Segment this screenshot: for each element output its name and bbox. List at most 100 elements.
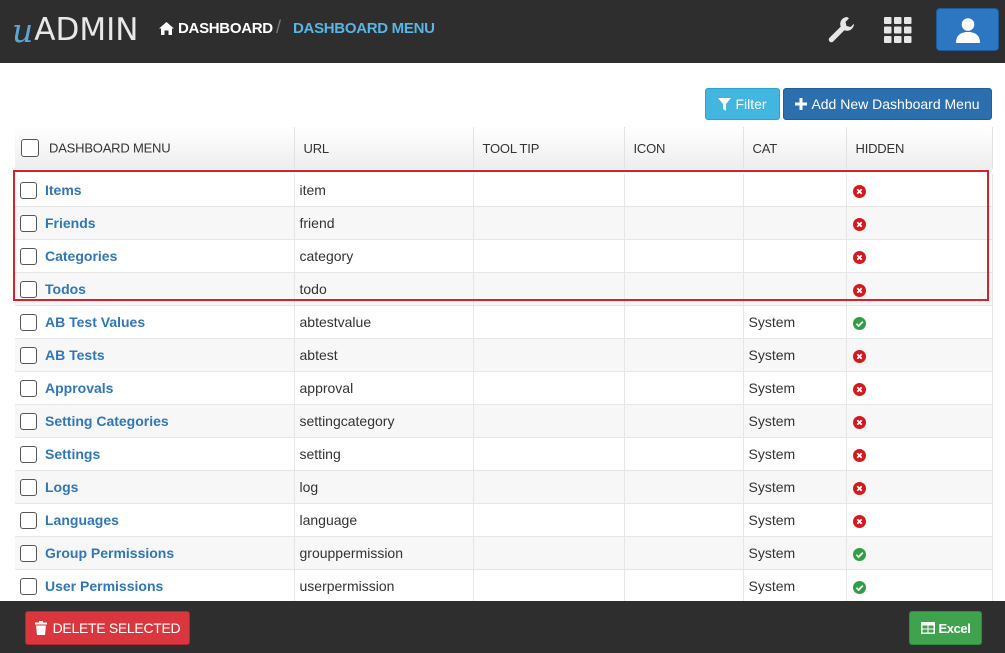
row-checkbox[interactable]: [20, 511, 37, 529]
row-checkbox[interactable]: [20, 445, 37, 463]
column-header-icon[interactable]: ICON: [624, 127, 744, 172]
row-checkbox[interactable]: [20, 412, 37, 430]
select-all-checkbox[interactable]: [21, 139, 39, 157]
table-row[interactable]: Settings setting System: [15, 437, 993, 471]
table-row[interactable]: User Permissions userpermission System: [15, 569, 993, 603]
menu-name-link[interactable]: Setting Categories: [45, 413, 169, 429]
table-header-row: DASHBOARD MENU URL TOOL TIP ICON CAT HID…: [15, 127, 993, 172]
name-cell: Logs: [15, 470, 295, 504]
column-header-url[interactable]: URL: [294, 127, 474, 172]
table-row[interactable]: Setting Categories settingcategory System: [15, 404, 993, 438]
row-checkbox[interactable]: [20, 478, 37, 496]
row-checkbox[interactable]: [20, 346, 37, 364]
hidden-cell: [846, 169, 993, 207]
column-header-cat[interactable]: CAT: [743, 127, 847, 172]
url-cell: abtestvalue: [294, 305, 474, 339]
table-row[interactable]: Group Permissions grouppermission System: [15, 536, 993, 570]
menu-name-link[interactable]: Categories: [45, 248, 117, 264]
row-checkbox[interactable]: [20, 280, 37, 298]
delete-selected-button[interactable]: DELETE SELECTED: [25, 611, 190, 645]
url-cell: setting: [294, 437, 474, 471]
row-checkbox[interactable]: [20, 577, 37, 595]
column-header-hidden[interactable]: HIDDEN: [846, 127, 993, 172]
icon-cell: [624, 404, 744, 438]
breadcrumb-home-label: DASHBOARD: [178, 19, 273, 37]
menu-name-link[interactable]: Settings: [45, 446, 100, 462]
table-row[interactable]: Todos todo: [15, 272, 993, 306]
breadcrumb-home[interactable]: DASHBOARD: [159, 18, 273, 38]
hidden-cell: [846, 239, 993, 273]
name-cell: User Permissions: [15, 569, 295, 603]
row-checkbox[interactable]: [20, 379, 37, 397]
table-row[interactable]: Categories category: [15, 239, 993, 273]
cat-cell: System: [743, 437, 847, 471]
table-row[interactable]: Languages language System: [15, 503, 993, 537]
name-cell: Group Permissions: [15, 536, 295, 570]
user-icon: [955, 17, 980, 43]
tooltip-cell: [473, 470, 625, 504]
url-cell: language: [294, 503, 474, 537]
name-cell: Todos: [15, 272, 295, 306]
breadcrumb-current: DASHBOARD MENU: [293, 18, 435, 38]
menu-name-link[interactable]: AB Tests: [45, 347, 105, 363]
cat-cell: System: [743, 371, 847, 405]
tooltip-cell: [473, 305, 625, 339]
menu-name-link[interactable]: Languages: [45, 512, 119, 528]
icon-cell: [624, 206, 744, 240]
url-cell: item: [294, 169, 474, 207]
times-circle-icon: [852, 448, 866, 462]
add-label: Add New Dashboard Menu: [811, 96, 980, 112]
hidden-cell: [846, 371, 993, 405]
menu-name-link[interactable]: AB Test Values: [45, 314, 145, 330]
row-checkbox[interactable]: [20, 313, 37, 331]
icon-cell: [624, 503, 744, 537]
menu-name-link[interactable]: Items: [45, 182, 82, 198]
tooltip-cell: [473, 169, 625, 207]
times-circle-icon: [852, 283, 866, 297]
wrench-icon[interactable]: [825, 13, 859, 47]
url-cell: abtest: [294, 338, 474, 372]
name-cell: AB Tests: [15, 338, 295, 372]
cat-cell: [743, 239, 847, 273]
hidden-cell: [846, 470, 993, 504]
table-row[interactable]: Logs log System: [15, 470, 993, 504]
tooltip-cell: [473, 338, 625, 372]
table-row[interactable]: Friends friend: [15, 206, 993, 240]
table-row[interactable]: AB Tests abtest System: [15, 338, 993, 372]
menu-name-link[interactable]: Todos: [45, 281, 86, 297]
menu-name-link[interactable]: Approvals: [45, 380, 113, 396]
table-row[interactable]: AB Test Values abtestvalue System: [15, 305, 993, 339]
menu-name-link[interactable]: Logs: [45, 479, 78, 495]
row-checkbox[interactable]: [20, 247, 37, 265]
table-row[interactable]: Items item: [15, 169, 993, 207]
menu-name-link[interactable]: Friends: [45, 215, 96, 231]
name-cell: Setting Categories: [15, 404, 295, 438]
table-row[interactable]: Approvals approval System: [15, 371, 993, 405]
times-circle-icon: [852, 382, 866, 396]
name-cell: Items: [15, 169, 295, 207]
column-header-dashboard-menu[interactable]: DASHBOARD MENU: [15, 127, 295, 172]
tooltip-cell: [473, 371, 625, 405]
cat-cell: System: [743, 404, 847, 438]
row-checkbox[interactable]: [20, 544, 37, 562]
hidden-cell: [846, 272, 993, 306]
menu-name-link[interactable]: Group Permissions: [45, 545, 174, 561]
grid-icon[interactable]: [881, 13, 915, 47]
column-header-tooltip[interactable]: TOOL TIP: [473, 127, 625, 172]
excel-export-button[interactable]: Excel: [909, 611, 982, 645]
icon-cell: [624, 338, 744, 372]
times-circle-icon: [852, 250, 866, 264]
icon-cell: [624, 536, 744, 570]
menu-name-link[interactable]: User Permissions: [45, 578, 163, 594]
excel-label: Excel: [938, 620, 971, 636]
user-button[interactable]: [936, 8, 999, 51]
tooltip-cell: [473, 404, 625, 438]
filter-button[interactable]: Filter: [705, 88, 780, 120]
name-cell: Categories: [15, 239, 295, 273]
app-logo[interactable]: u ADMIN: [12, 10, 138, 50]
hidden-cell: [846, 536, 993, 570]
add-dashboard-menu-button[interactable]: Add New Dashboard Menu: [783, 88, 992, 120]
row-checkbox[interactable]: [20, 181, 37, 199]
times-circle-icon: [852, 514, 866, 528]
row-checkbox[interactable]: [20, 214, 37, 232]
